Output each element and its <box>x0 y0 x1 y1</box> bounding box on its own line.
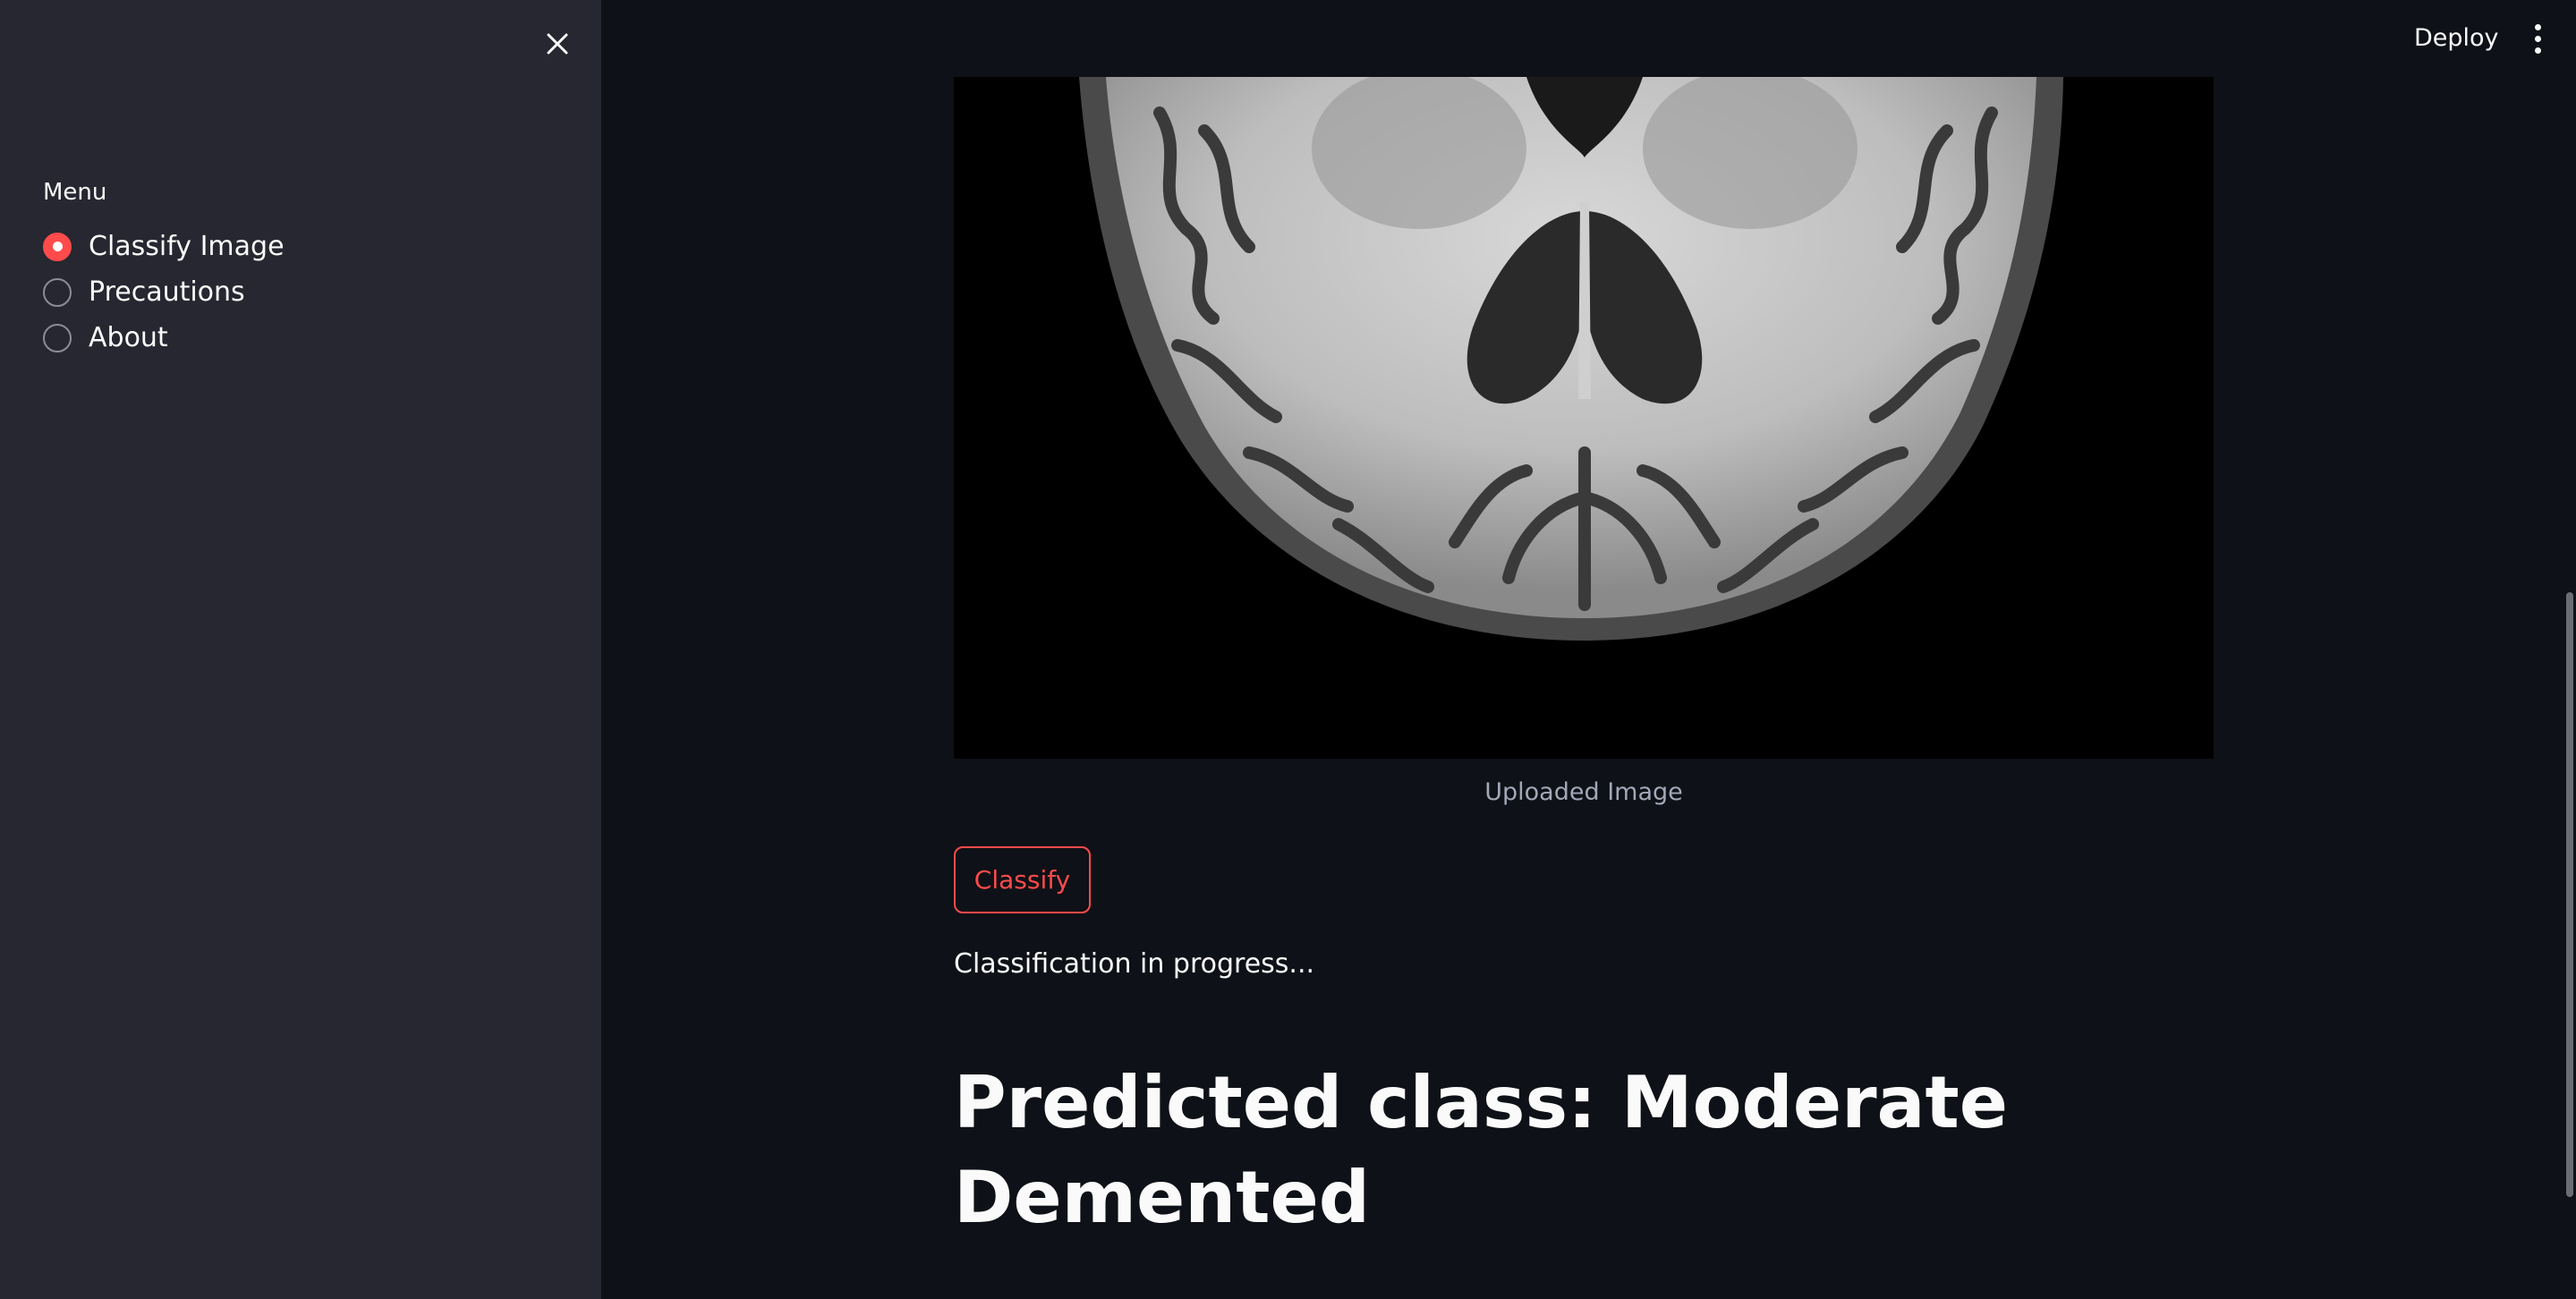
scrollbar-thumb[interactable] <box>2566 592 2573 1197</box>
image-caption: Uploaded Image <box>1484 778 1683 806</box>
sidebar: Menu Classify Image Precautions About <box>0 0 601 1299</box>
prediction-result-heading: Predicted class: Moderate Demented <box>954 1061 2009 1239</box>
menu-option-label: About <box>89 321 168 353</box>
radio-unchecked-icon[interactable] <box>43 277 72 307</box>
menu-radio-group: Classify Image Precautions About <box>43 224 285 361</box>
menu-option-precautions[interactable]: Precautions <box>43 269 285 315</box>
radio-unchecked-icon[interactable] <box>43 323 72 352</box>
more-vertical-icon[interactable] <box>2520 18 2555 59</box>
menu-option-label: Classify Image <box>89 230 285 262</box>
close-sidebar-button[interactable] <box>537 23 578 64</box>
deploy-button[interactable]: Deploy <box>2398 18 2515 59</box>
classify-button[interactable]: Classify <box>954 846 1091 913</box>
radio-checked-icon[interactable] <box>43 232 72 261</box>
menu-label: Menu <box>43 179 107 206</box>
menu-option-label: Precautions <box>89 276 245 308</box>
uploaded-image <box>954 77 2214 759</box>
brain-mri-image <box>954 77 2214 759</box>
menu-option-classify-image[interactable]: Classify Image <box>43 224 285 269</box>
menu-option-about[interactable]: About <box>43 315 285 361</box>
close-icon <box>547 33 568 55</box>
status-text: Classification in progress... <box>954 948 1315 980</box>
